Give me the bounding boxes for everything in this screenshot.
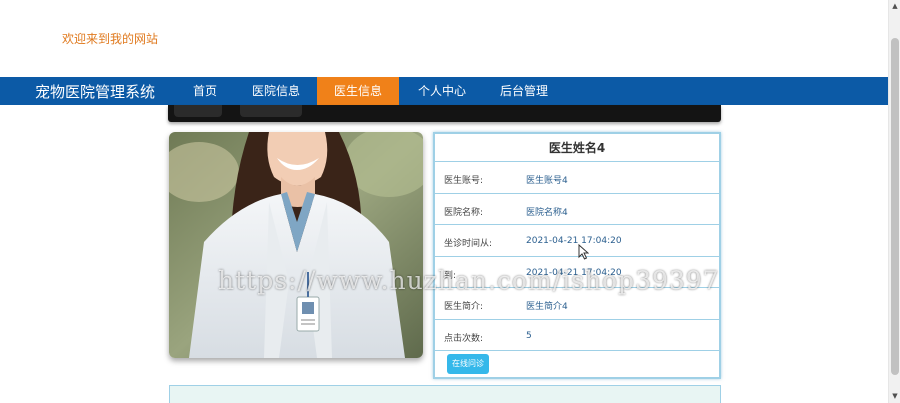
doctor-photo-illustration xyxy=(169,132,423,358)
info-row-account: 医生账号: 医生账号4 xyxy=(435,162,719,194)
online-consult-button[interactable]: 在线问诊 xyxy=(447,354,489,374)
info-row-time-to: 到: 2021-04-21 17:04:20 xyxy=(435,257,719,288)
info-value: 医生账号4 xyxy=(526,176,568,186)
info-value: 2021-04-21 17:04:20 xyxy=(526,267,622,278)
info-label: 医生账号: xyxy=(444,176,484,186)
breadcrumb-current-pill xyxy=(240,105,302,117)
info-value: 2021-04-21 17:04:20 xyxy=(526,236,622,246)
info-row-time-from: 坐诊时间从: 2021-04-21 17:04:20 xyxy=(435,225,719,257)
site-brand[interactable]: 宠物医院管理系统 xyxy=(35,81,155,102)
breadcrumb-home-pill[interactable] xyxy=(174,105,222,117)
info-label: 坐诊时间从: xyxy=(444,239,493,249)
info-row-clicks: 点击次数: 5 xyxy=(435,320,719,351)
doctor-name-title: 医生姓名4 xyxy=(435,134,719,162)
vertical-scrollbar[interactable]: ▲ ▼ xyxy=(888,0,900,403)
doctor-photo xyxy=(169,132,423,358)
lower-content-panel xyxy=(169,385,721,403)
info-value: 医院名称4 xyxy=(526,207,568,218)
scroll-up-icon[interactable]: ▲ xyxy=(891,2,899,10)
nav-item-personal-center[interactable]: 个人中心 xyxy=(405,77,479,105)
doctor-info-panel: 医生姓名4 医生账号: 医生账号4 医院名称: 医院名称4 坐诊时间从: 202… xyxy=(433,132,721,379)
scroll-down-icon[interactable]: ▼ xyxy=(891,392,899,400)
nav-item-doctor-info[interactable]: 医生信息 xyxy=(317,77,399,105)
nav-item-home[interactable]: 首页 xyxy=(178,77,232,105)
info-value: 5 xyxy=(526,330,532,341)
info-value: 医生简介4 xyxy=(526,302,568,312)
mouse-cursor-icon xyxy=(578,244,589,260)
nav-item-hospital-info[interactable]: 医院信息 xyxy=(240,77,312,105)
nav-item-admin[interactable]: 后台管理 xyxy=(489,77,559,105)
welcome-text: 欢迎来到我的网站 xyxy=(62,32,159,46)
info-row-intro: 医生简介: 医生简介4 xyxy=(435,288,719,320)
breadcrumb xyxy=(168,105,721,122)
scroll-thumb[interactable] xyxy=(891,38,899,375)
info-label: 医生简介: xyxy=(444,302,484,312)
info-label: 医院名称: xyxy=(444,207,484,218)
info-label: 到: xyxy=(444,270,457,281)
info-label: 点击次数: xyxy=(444,333,484,344)
info-row-hospital: 医院名称: 医院名称4 xyxy=(435,194,719,225)
top-navbar: 宠物医院管理系统 首页 医院信息 医生信息 个人中心 后台管理 xyxy=(0,77,888,105)
